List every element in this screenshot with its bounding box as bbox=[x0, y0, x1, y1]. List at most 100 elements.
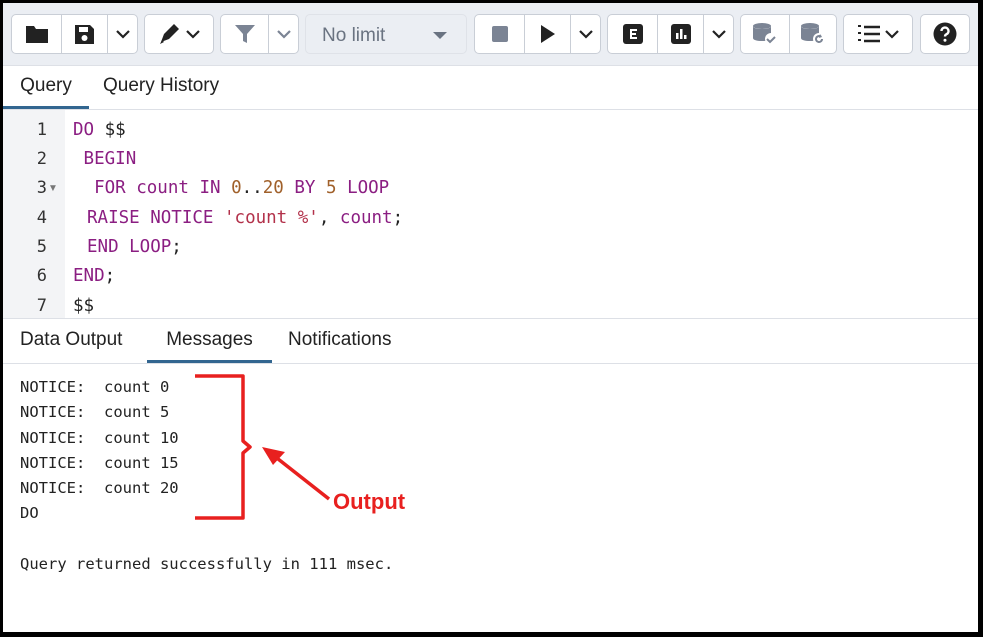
toolbar: No limit bbox=[3, 3, 978, 66]
edit-dropdown-button[interactable] bbox=[145, 15, 213, 53]
keyword: DO bbox=[73, 120, 95, 140]
caret-down-icon bbox=[433, 32, 447, 39]
explain-options-dropdown[interactable] bbox=[703, 15, 733, 53]
line-number: 1 bbox=[36, 120, 47, 140]
row-limit-select[interactable]: No limit bbox=[305, 14, 467, 54]
pen-icon bbox=[160, 24, 179, 44]
code-line: RAISE NOTICE 'count %', count; bbox=[87, 204, 403, 233]
rollback-icon bbox=[801, 23, 825, 45]
stop-button[interactable] bbox=[475, 15, 524, 53]
code-line: END; bbox=[73, 262, 115, 291]
file-group bbox=[11, 14, 138, 54]
line-number-gutter: 1 2 3 ▼ 4 5 6 7 bbox=[3, 110, 65, 318]
macros-icon bbox=[858, 25, 880, 43]
editor-tabs: Query Query History bbox=[3, 65, 978, 110]
help-button[interactable] bbox=[921, 15, 969, 53]
chevron-down-icon bbox=[578, 29, 593, 39]
string-literal: 'count %' bbox=[224, 208, 319, 228]
code-text: ; bbox=[104, 266, 116, 286]
results-panel: Data Output Messages Notifications NOTIC… bbox=[3, 318, 978, 632]
filter-group bbox=[220, 14, 299, 54]
edit-group bbox=[144, 14, 214, 54]
filter-options-dropdown[interactable] bbox=[268, 15, 298, 53]
keyword: count bbox=[136, 178, 189, 198]
chevron-down-icon bbox=[186, 29, 200, 39]
code-text: ; bbox=[171, 237, 182, 257]
execute-button[interactable] bbox=[524, 15, 570, 53]
transaction-group bbox=[740, 14, 837, 54]
code-line: FOR count IN 0..20 BY 5 LOOP bbox=[73, 174, 389, 203]
explain-group bbox=[607, 14, 734, 54]
brace-shape bbox=[195, 374, 252, 520]
explain-button[interactable] bbox=[608, 15, 657, 53]
code-text: ; bbox=[392, 208, 404, 228]
code-line: $$ bbox=[73, 292, 94, 321]
line-number: 5 bbox=[36, 237, 47, 257]
number-literal: 20 bbox=[262, 178, 284, 198]
code-text: .. bbox=[241, 178, 263, 198]
chevron-down-icon bbox=[115, 29, 130, 39]
code-line: DO $$ bbox=[73, 116, 126, 145]
help-icon bbox=[933, 22, 957, 46]
keyword: FOR bbox=[94, 178, 126, 198]
line-number: 7 bbox=[36, 296, 47, 316]
code-text: $$ bbox=[73, 296, 95, 316]
number-literal: 5 bbox=[325, 178, 337, 198]
tab-query-history-label: Query History bbox=[103, 75, 220, 96]
line-number: 2 bbox=[36, 149, 47, 169]
stop-icon bbox=[491, 26, 508, 42]
explain-analyze-button[interactable] bbox=[657, 15, 703, 53]
chevron-down-icon bbox=[276, 29, 291, 39]
line-number: 6 bbox=[36, 266, 47, 286]
query-tool-window: No limit Query Query History 1 2 3 ▼ 4 5… bbox=[3, 3, 978, 632]
keyword: RAISE bbox=[87, 208, 140, 228]
code-line: END LOOP; bbox=[87, 233, 182, 262]
keyword: END LOOP bbox=[87, 237, 172, 257]
save-options-dropdown[interactable] bbox=[107, 15, 137, 53]
number-literal: 0 bbox=[231, 178, 242, 198]
macros-dropdown-button[interactable] bbox=[844, 15, 912, 53]
rollback-button[interactable] bbox=[789, 15, 836, 53]
folder-icon bbox=[25, 26, 48, 43]
sql-editor[interactable]: 1 2 3 ▼ 4 5 6 7 DO $$ BEGIN FOR count IN… bbox=[3, 110, 978, 318]
execute-group bbox=[474, 14, 601, 54]
keyword: LOOP bbox=[347, 178, 390, 198]
macros-group bbox=[843, 14, 913, 54]
output-annotation bbox=[195, 374, 331, 520]
code-text: , bbox=[318, 208, 340, 228]
code-line: BEGIN bbox=[73, 145, 137, 174]
execute-options-dropdown[interactable] bbox=[570, 15, 600, 53]
commit-icon bbox=[753, 23, 777, 45]
chevron-down-icon bbox=[711, 29, 726, 39]
explain-analyze-icon bbox=[670, 24, 691, 44]
filter-icon bbox=[234, 25, 255, 43]
keyword: BEGIN bbox=[83, 149, 137, 169]
keyword: count bbox=[339, 208, 393, 228]
tab-query-history[interactable]: Query History bbox=[103, 65, 219, 109]
open-file-button[interactable] bbox=[12, 15, 61, 53]
keyword: NOTICE bbox=[150, 208, 214, 228]
code-text: $$ bbox=[94, 120, 126, 140]
save-button[interactable] bbox=[61, 15, 107, 53]
tab-query[interactable]: Query bbox=[3, 65, 89, 109]
chevron-down-icon bbox=[885, 29, 899, 39]
help-group bbox=[920, 14, 970, 54]
line-number: 3 bbox=[36, 178, 47, 198]
tab-query-label: Query bbox=[20, 75, 72, 96]
fold-marker-icon[interactable]: ▼ bbox=[48, 174, 58, 203]
keyword: BY bbox=[294, 178, 316, 198]
row-limit-value: No limit bbox=[322, 25, 386, 46]
play-icon bbox=[540, 25, 555, 43]
filter-button[interactable] bbox=[221, 15, 268, 53]
commit-button[interactable] bbox=[741, 15, 789, 53]
